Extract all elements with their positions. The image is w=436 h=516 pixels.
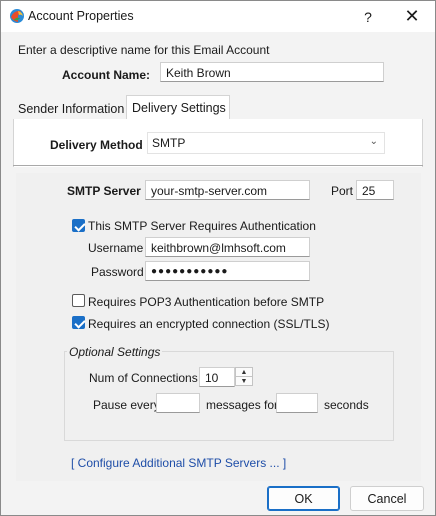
tab-delivery-settings[interactable]: Delivery Settings — [126, 95, 230, 120]
pause-every-input[interactable] — [156, 393, 200, 413]
delivery-method-label: Delivery Method — [50, 138, 143, 152]
pop3-auth-label: Requires POP3 Authentication before SMTP — [88, 295, 325, 309]
configure-smtp-servers-link[interactable]: [ Configure Additional SMTP Servers ... … — [71, 456, 286, 470]
chevron-down-icon: ⌄ — [369, 136, 378, 147]
port-input[interactable]: 25 — [356, 180, 394, 200]
cancel-button-label: Cancel — [367, 491, 407, 506]
password-input[interactable]: ●●●●●●●●●●● — [145, 261, 310, 281]
tab-label: Delivery Settings — [132, 101, 226, 115]
optional-settings-group — [64, 351, 394, 441]
pause-every-label: Pause every — [93, 398, 160, 412]
seconds-label: seconds — [324, 398, 369, 412]
smtp-server-label: SMTP Server — [67, 184, 141, 198]
pop3-auth-checkbox[interactable] — [72, 294, 85, 307]
tab-sender-information[interactable]: Sender Information — [13, 97, 129, 121]
app-icon — [10, 9, 24, 23]
connections-label: Num of Connections — [89, 371, 198, 385]
account-name-label: Account Name: — [62, 68, 151, 82]
tab-label: Sender Information — [18, 102, 125, 116]
ok-button-label: OK — [294, 491, 313, 506]
ssl-label: Requires an encrypted connection (SSL/TL… — [88, 317, 330, 331]
spin-up-icon[interactable]: ▲ — [236, 368, 252, 377]
connections-input[interactable]: 10 — [199, 367, 235, 387]
username-label: Username — [88, 241, 144, 255]
messages-for-label: messages for — [206, 398, 279, 412]
account-name-input[interactable]: Keith Brown — [160, 62, 384, 82]
help-button[interactable]: ? — [346, 1, 390, 32]
help-icon: ? — [364, 8, 372, 25]
optional-settings-title: Optional Settings — [67, 345, 163, 359]
ok-button[interactable]: OK — [267, 486, 340, 511]
separator — [13, 165, 423, 166]
description-text: Enter a descriptive name for this Email … — [18, 43, 270, 57]
close-icon: ✕ — [404, 6, 420, 26]
title-bar: Account Properties ? ✕ — [1, 1, 435, 32]
delivery-method-select[interactable]: SMTP ⌄ — [147, 132, 385, 154]
smtp-server-input[interactable]: your-smtp-server.com — [145, 180, 310, 200]
cancel-button[interactable]: Cancel — [350, 486, 424, 511]
requires-auth-checkbox[interactable] — [72, 219, 85, 232]
close-button[interactable]: ✕ — [390, 1, 434, 32]
requires-auth-label: This SMTP Server Requires Authentication — [88, 219, 316, 233]
account-properties-dialog: Account Properties ? ✕ Enter a descripti… — [0, 0, 436, 516]
connections-spinner[interactable]: ▲ ▼ — [235, 367, 253, 386]
port-label: Port — [331, 184, 354, 198]
spin-down-icon[interactable]: ▼ — [236, 377, 252, 386]
delivery-method-value: SMTP — [152, 136, 186, 150]
window-title: Account Properties — [28, 9, 134, 23]
seconds-input[interactable] — [276, 393, 318, 413]
ssl-checkbox[interactable] — [72, 316, 85, 329]
username-input[interactable]: keithbrown@lmhsoft.com — [145, 237, 310, 257]
password-label: Password — [91, 265, 144, 279]
